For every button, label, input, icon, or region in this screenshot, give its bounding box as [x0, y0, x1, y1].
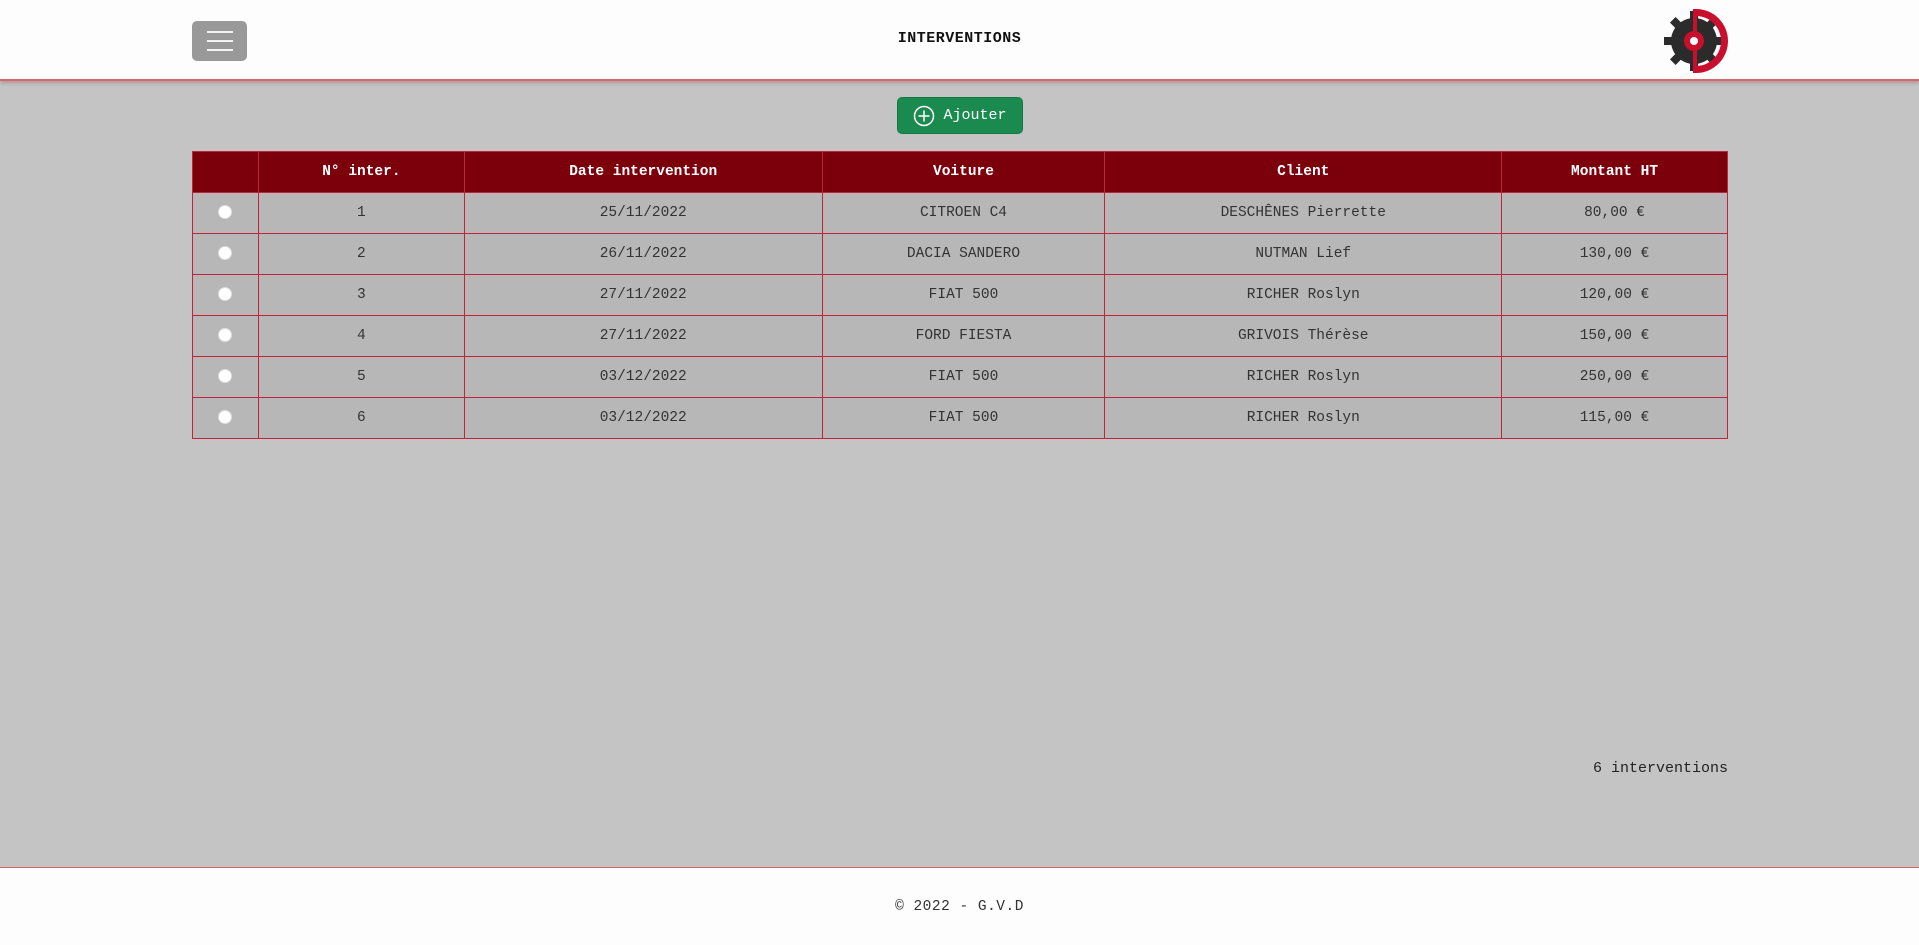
table-row[interactable]: 1 25/11/2022 CITROEN C4 DESCHÊNES Pierre…: [192, 192, 1728, 234]
row-radio[interactable]: [218, 205, 233, 220]
hamburger-icon-bar: [206, 49, 233, 51]
cell-amount: 120,00 €: [1501, 274, 1728, 316]
cell-date: 27/11/2022: [463, 315, 823, 357]
cell-amount: 250,00 €: [1501, 356, 1728, 398]
column-header-amount[interactable]: Montant HT: [1501, 151, 1728, 193]
cell-date: 03/12/2022: [463, 356, 823, 398]
cell-number: 6: [257, 397, 465, 439]
plus-circle-icon: [914, 105, 935, 126]
cell-client: GRIVOIS Thérèse: [1104, 315, 1503, 357]
cell-car: FORD FIESTA: [821, 315, 1106, 357]
cell-client: RICHER Roslyn: [1104, 274, 1503, 316]
add-button-label: Ajouter: [943, 107, 1007, 124]
row-radio[interactable]: [218, 246, 233, 261]
top-header: INTERVENTIONS: [0, 0, 1919, 81]
cell-client: NUTMAN Lief: [1104, 233, 1503, 275]
row-select-cell: [192, 274, 259, 316]
row-radio[interactable]: [218, 287, 233, 302]
cell-car: CITROEN C4: [821, 192, 1106, 234]
table-header-row: N° inter. Date intervention Voiture Clie…: [192, 151, 1728, 193]
table-row[interactable]: 2 26/11/2022 DACIA SANDERO NUTMAN Lief 1…: [192, 233, 1728, 275]
page-footer: © 2022 - G.V.D: [0, 867, 1919, 945]
cell-number: 2: [257, 233, 465, 275]
row-select-cell: [192, 397, 259, 439]
table-row[interactable]: 3 27/11/2022 FIAT 500 RICHER Roslyn 120,…: [192, 274, 1728, 316]
table-row[interactable]: 4 27/11/2022 FORD FIESTA GRIVOIS Thérèse…: [192, 315, 1728, 357]
column-header-number[interactable]: N° inter.: [257, 151, 465, 193]
table-row[interactable]: 5 03/12/2022 FIAT 500 RICHER Roslyn 250,…: [192, 356, 1728, 398]
interventions-count: 6 interventions: [1592, 760, 1728, 777]
cell-number: 4: [257, 315, 465, 357]
cell-amount: 130,00 €: [1501, 233, 1728, 275]
table-row[interactable]: 6 03/12/2022 FIAT 500 RICHER Roslyn 115,…: [192, 397, 1728, 439]
row-select-cell: [192, 315, 259, 357]
footer-copyright: © 2022 - G.V.D: [895, 899, 1024, 915]
cell-amount: 115,00 €: [1501, 397, 1728, 439]
cell-number: 3: [257, 274, 465, 316]
cell-car: FIAT 500: [821, 274, 1106, 316]
cell-amount: 80,00 €: [1501, 192, 1728, 234]
cell-car: FIAT 500: [821, 356, 1106, 398]
column-header-car[interactable]: Voiture: [821, 151, 1106, 193]
cell-number: 1: [257, 192, 465, 234]
column-header-date[interactable]: Date intervention: [463, 151, 823, 193]
cell-client: RICHER Roslyn: [1104, 356, 1503, 398]
interventions-table: N° inter. Date intervention Voiture Clie…: [192, 151, 1728, 439]
cell-date: 03/12/2022: [463, 397, 823, 439]
gear-logo-icon: [1664, 9, 1728, 73]
cell-amount: 150,00 €: [1501, 315, 1728, 357]
cell-number: 5: [257, 356, 465, 398]
cell-client: DESCHÊNES Pierrette: [1104, 192, 1503, 234]
row-radio[interactable]: [218, 328, 233, 343]
cell-car: DACIA SANDERO: [821, 233, 1106, 275]
add-button[interactable]: Ajouter: [897, 97, 1023, 134]
cell-car: FIAT 500: [821, 397, 1106, 439]
cell-date: 26/11/2022: [463, 233, 823, 275]
column-header-select: [192, 151, 259, 193]
cell-date: 27/11/2022: [463, 274, 823, 316]
page-title: INTERVENTIONS: [897, 30, 1022, 47]
row-select-cell: [192, 356, 259, 398]
cell-client: RICHER Roslyn: [1104, 397, 1503, 439]
row-radio[interactable]: [218, 410, 233, 425]
row-select-cell: [192, 233, 259, 275]
column-header-client[interactable]: Client: [1104, 151, 1503, 193]
row-select-cell: [192, 192, 259, 234]
row-radio[interactable]: [218, 369, 233, 384]
cell-date: 25/11/2022: [463, 192, 823, 234]
